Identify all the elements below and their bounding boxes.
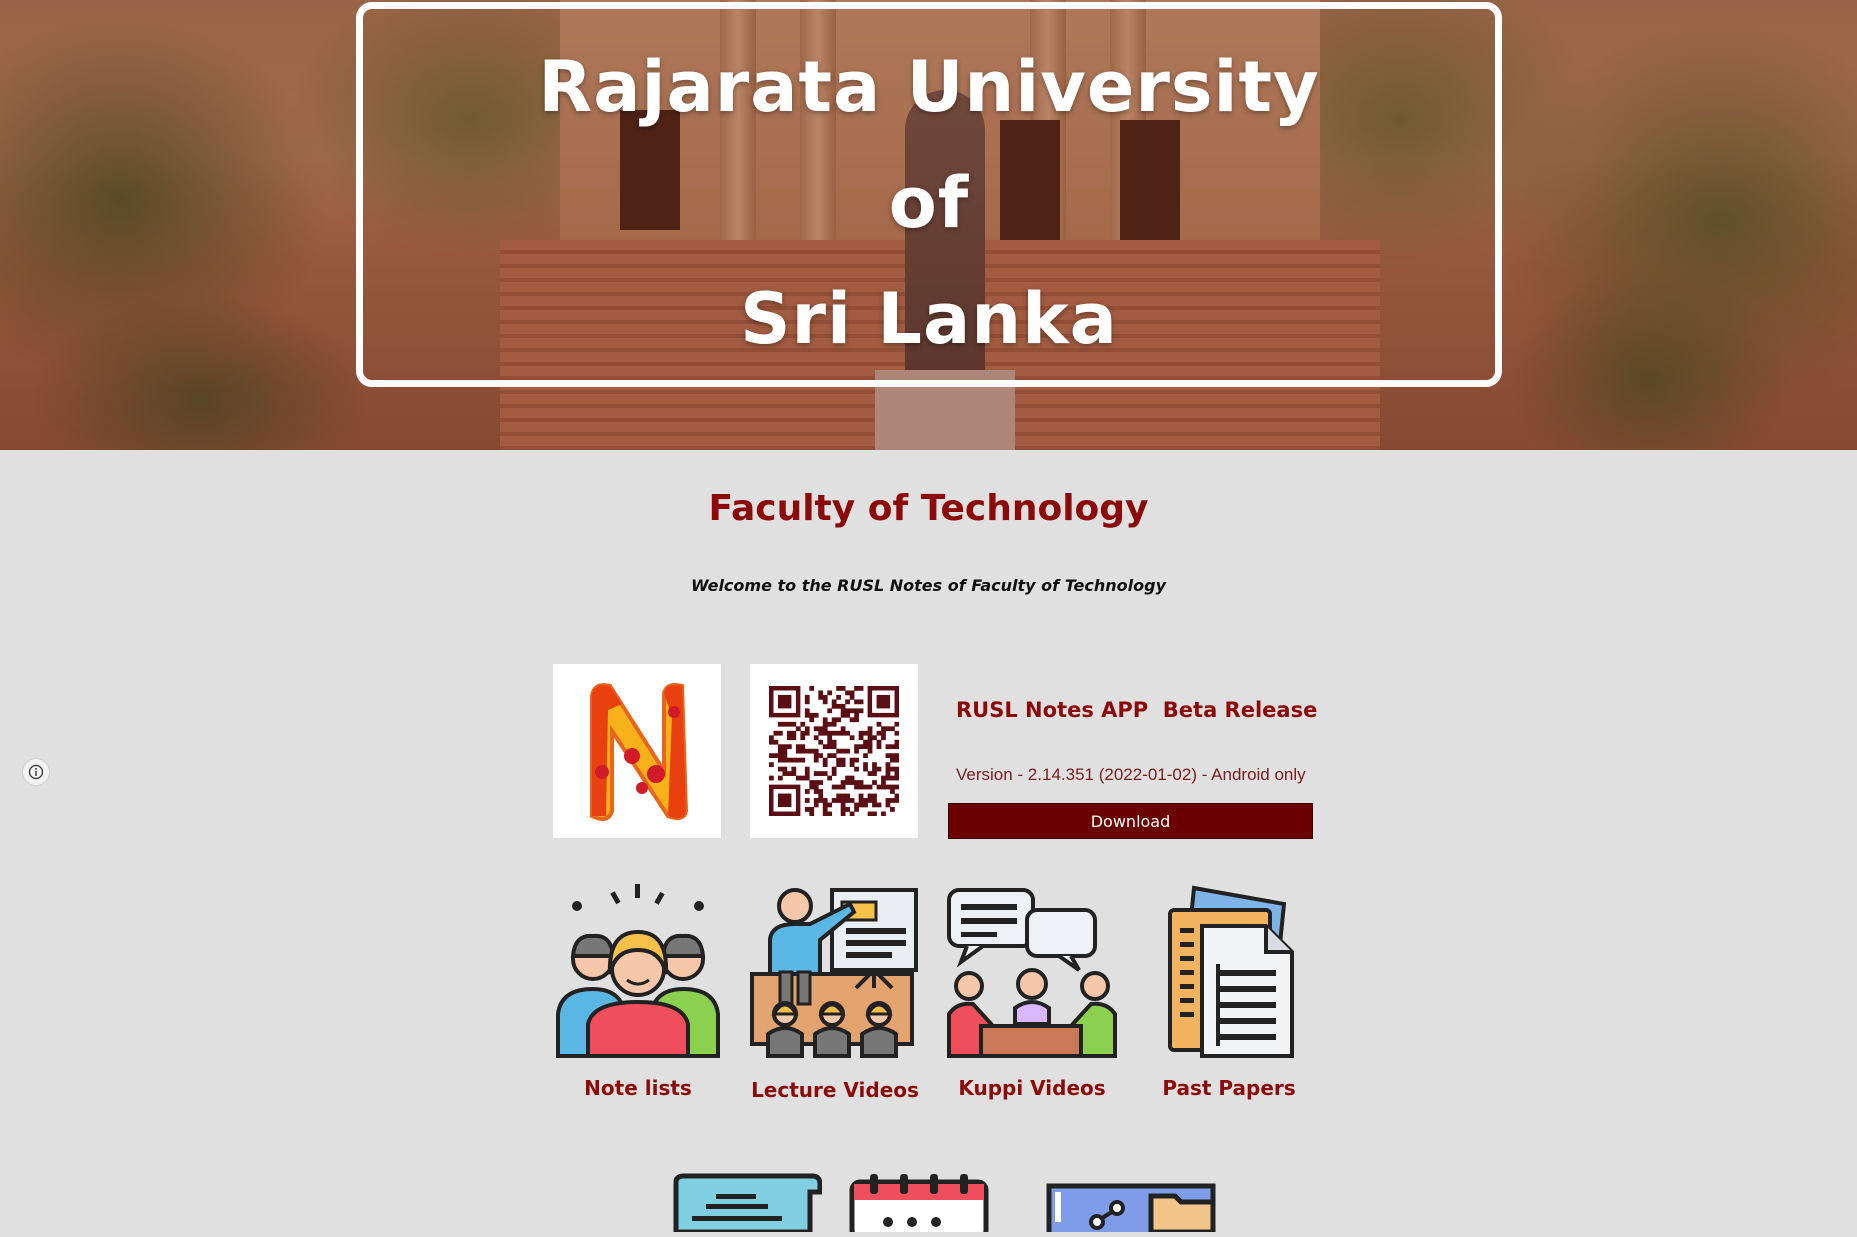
qr-code-card: [750, 664, 918, 838]
tile-label-kuppi-videos: Kuppi Videos: [958, 1076, 1106, 1100]
hero-title-line-1: Rajarata University: [538, 46, 1320, 128]
shared-folder-tile[interactable]: [1045, 1172, 1217, 1237]
info-icon[interactable]: [22, 758, 50, 786]
tile-label-lecture-videos: Lecture Videos: [751, 1078, 919, 1102]
qr-code-icon: [769, 686, 899, 816]
hero-title-box: Rajarata University of Sri Lanka: [356, 2, 1502, 387]
hero-banner: Rajarata University of Sri Lanka: [0, 0, 1857, 450]
download-button[interactable]: Download: [948, 803, 1313, 839]
welcome-text: Welcome to the RUSL Notes of Faculty of …: [690, 576, 1167, 595]
group-people-icon: [556, 884, 720, 1058]
scroll-notice-icon: [673, 1173, 823, 1235]
lecture-presentation-icon: [750, 888, 918, 1058]
hero-title-line-3: Sri Lanka: [740, 278, 1118, 360]
app-title: RUSL Notes APP Beta Release: [956, 698, 1318, 722]
tile-label-note-lists: Note lists: [584, 1076, 692, 1100]
shared-folder-icon: [1046, 1183, 1216, 1237]
tile-label-past-papers: Past Papers: [1162, 1076, 1296, 1100]
hero-title-line-2: of: [888, 162, 970, 244]
calendar-icon: [849, 1174, 989, 1237]
tile-lecture-videos[interactable]: Lecture Videos: [750, 884, 920, 1104]
scroll-notice-tile[interactable]: [672, 1172, 823, 1237]
discussion-chat-icon: [947, 888, 1117, 1058]
tile-note-lists[interactable]: Note lists: [553, 884, 723, 1104]
app-version: Version - 2.14.351 (2022-01-02) - Androi…: [956, 765, 1306, 784]
tile-past-papers[interactable]: Past Papers: [1144, 884, 1314, 1104]
rusl-notes-logo-icon: [590, 683, 689, 822]
app-logo-card: [553, 664, 721, 838]
calendar-tile[interactable]: [848, 1172, 990, 1237]
faculty-title: Faculty of Technology: [708, 488, 1149, 529]
documents-icon: [1168, 885, 1294, 1058]
tile-kuppi-videos[interactable]: Kuppi Videos: [947, 884, 1117, 1104]
